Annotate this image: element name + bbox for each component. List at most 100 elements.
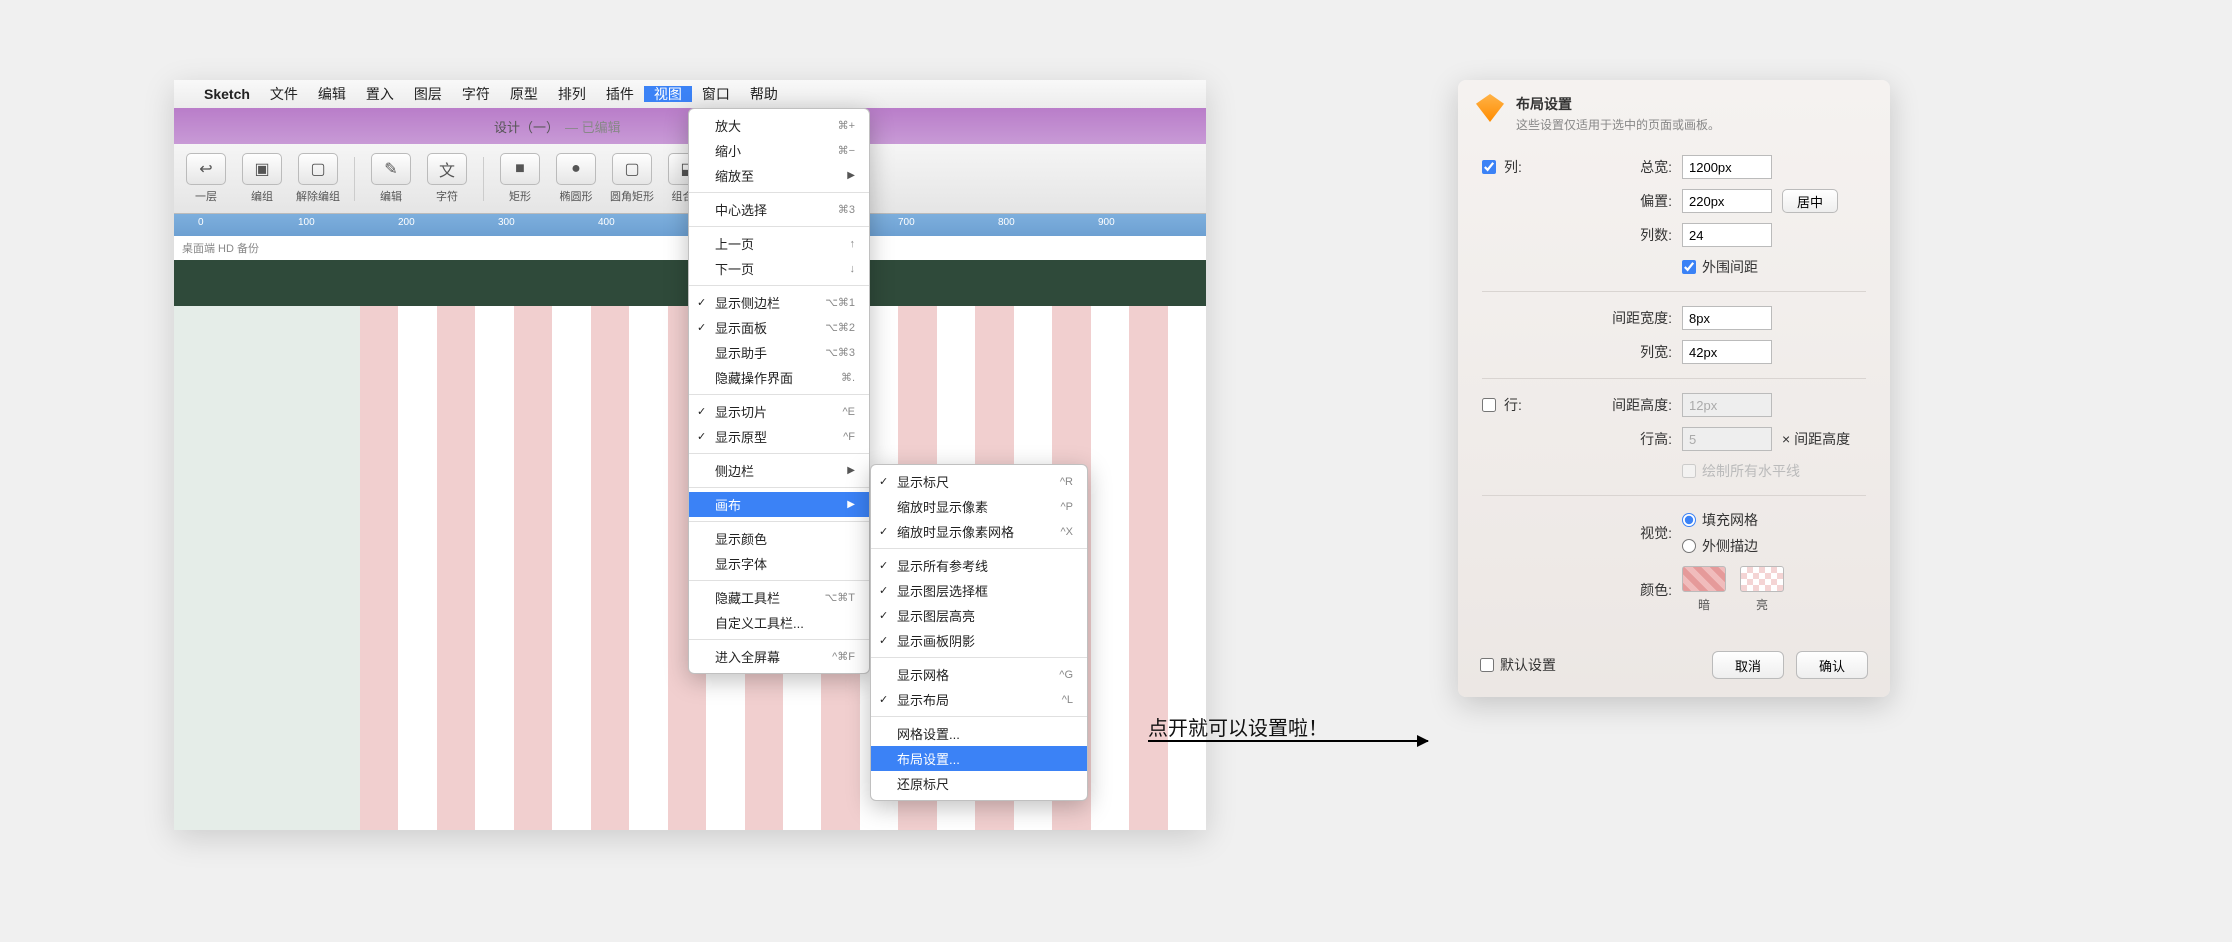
menu-item[interactable]: 进入全屏幕^⌘F <box>689 644 869 669</box>
tool-圆角矩形[interactable]: ▢圆角矩形 <box>606 153 658 204</box>
light-label: 亮 <box>1756 596 1768 613</box>
menu-item[interactable]: 侧边栏▶ <box>689 458 869 483</box>
view-menu[interactable]: 放大⌘+缩小⌘−缩放至▶ 中心选择⌘3 上一页↑下一页↓ ✓显示侧边栏⌥⌘1✓显示面板… <box>688 108 870 674</box>
default-settings-checkbox[interactable] <box>1480 658 1494 672</box>
visual-stroke-label: 外侧描边 <box>1702 536 1758 556</box>
menu-item[interactable]: 网格设置... <box>871 721 1087 746</box>
menu-item[interactable]: 放大⌘+ <box>689 113 869 138</box>
canvas-submenu[interactable]: ✓显示标尺^R缩放时显示像素^P✓缩放时显示像素网格^X✓显示所有参考线✓显示图… <box>870 464 1088 801</box>
color-swatch-light[interactable] <box>1740 566 1784 592</box>
gutter-height-input[interactable] <box>1682 393 1772 417</box>
menubar-item-1[interactable]: 编辑 <box>308 86 356 102</box>
menu-item[interactable]: 缩放至▶ <box>689 163 869 188</box>
outer-gutter-checkbox[interactable] <box>1682 260 1696 274</box>
tool-icon: 文 <box>427 153 467 185</box>
menu-item[interactable]: 隐藏工具栏⌥⌘T <box>689 585 869 610</box>
menubar-item-5[interactable]: 原型 <box>500 86 548 102</box>
menu-item-label: 显示颜色 <box>715 529 767 548</box>
menu-item[interactable]: 显示助手⌥⌘3 <box>689 340 869 365</box>
check-icon: ✓ <box>879 609 888 622</box>
menu-item[interactable]: ✓显示画板阴影 <box>871 628 1087 653</box>
menu-item[interactable]: 缩放时显示像素^P <box>871 494 1087 519</box>
confirm-button[interactable]: 确认 <box>1796 651 1868 679</box>
menu-item[interactable]: ✓显示图层选择框 <box>871 578 1087 603</box>
tool-编组[interactable]: ▣编组 <box>236 153 288 204</box>
menu-item[interactable]: 显示网格^G <box>871 662 1087 687</box>
row-height-label: 行高: <box>1592 429 1682 449</box>
menu-item[interactable]: 画布▶ <box>689 492 869 517</box>
menu-item[interactable]: 缩小⌘− <box>689 138 869 163</box>
tool-label: 编辑 <box>380 188 402 204</box>
layout-sidebar-area <box>174 306 360 830</box>
color-swatch-dark[interactable] <box>1682 566 1726 592</box>
menu-item[interactable]: 显示颜色 <box>689 526 869 551</box>
menu-item-label: 显示所有参考线 <box>897 556 988 575</box>
rows-enabled-checkbox[interactable] <box>1482 398 1496 412</box>
total-width-input[interactable] <box>1682 155 1772 179</box>
rows-section-label: 行: <box>1504 395 1522 415</box>
column-count-input[interactable] <box>1682 223 1772 247</box>
menubar-item-0[interactable]: 文件 <box>260 86 308 102</box>
gutter-height-label: 间距高度: <box>1592 395 1682 415</box>
check-icon: ✓ <box>697 296 706 309</box>
column-width-input[interactable] <box>1682 340 1772 364</box>
app-name[interactable]: Sketch <box>204 86 250 102</box>
menu-item[interactable]: 隐藏操作界面⌘. <box>689 365 869 390</box>
menu-item[interactable]: 下一页↓ <box>689 256 869 281</box>
draw-all-lines-label: 绘制所有水平线 <box>1702 461 1800 481</box>
columns-section-label: 列: <box>1504 157 1522 177</box>
doc-status: — 已编辑 <box>565 117 621 136</box>
menu-item[interactable]: 显示字体 <box>689 551 869 576</box>
menubar-item-2[interactable]: 置入 <box>356 86 404 102</box>
ruler-tick: 100 <box>298 217 315 228</box>
tool-编辑[interactable]: ✎编辑 <box>365 153 417 204</box>
menubar-item-10[interactable]: 帮助 <box>740 86 788 102</box>
menu-item[interactable]: ✓显示图层高亮 <box>871 603 1087 628</box>
menu-item[interactable]: ✓显示标尺^R <box>871 469 1087 494</box>
visual-stroke-radio[interactable] <box>1682 539 1696 553</box>
gutter-width-input[interactable] <box>1682 306 1772 330</box>
menu-shortcut: ⌘+ <box>838 119 855 132</box>
menubar-item-8[interactable]: 视图 <box>644 86 692 102</box>
tool-icon: ● <box>556 153 596 185</box>
cancel-button[interactable]: 取消 <box>1712 651 1784 679</box>
menu-item[interactable]: ✓显示面板⌥⌘2 <box>689 315 869 340</box>
menu-item[interactable]: ✓显示所有参考线 <box>871 553 1087 578</box>
menu-item[interactable]: 布局设置... <box>871 746 1087 771</box>
menubar-item-4[interactable]: 字符 <box>452 86 500 102</box>
menu-shortcut: ^⌘F <box>832 650 855 663</box>
menu-item[interactable]: 上一页↑ <box>689 231 869 256</box>
columns-enabled-checkbox[interactable] <box>1482 160 1496 174</box>
offset-input[interactable] <box>1682 189 1772 213</box>
row-height-input[interactable] <box>1682 427 1772 451</box>
menubar-item-9[interactable]: 窗口 <box>692 86 740 102</box>
tool-字符[interactable]: 文字符 <box>421 153 473 204</box>
center-button[interactable]: 居中 <box>1782 189 1838 213</box>
check-icon: ✓ <box>879 634 888 647</box>
tool-icon: ▢ <box>298 153 338 185</box>
menu-item[interactable]: 自定义工具栏... <box>689 610 869 635</box>
menu-item[interactable]: ✓显示布局^L <box>871 687 1087 712</box>
menu-shortcut: ⌥⌘1 <box>825 296 855 309</box>
menu-item[interactable]: ✓显示切片^E <box>689 399 869 424</box>
menu-item[interactable]: ✓显示侧边栏⌥⌘1 <box>689 290 869 315</box>
menu-shortcut: ^L <box>1062 694 1073 706</box>
tool-解除编组[interactable]: ▢解除编组 <box>292 153 344 204</box>
menu-item[interactable]: 中心选择⌘3 <box>689 197 869 222</box>
tool-label: 一层 <box>195 188 217 204</box>
menubar-item-3[interactable]: 图层 <box>404 86 452 102</box>
menubar-item-7[interactable]: 插件 <box>596 86 644 102</box>
menubar-item-6[interactable]: 排列 <box>548 86 596 102</box>
row-height-suffix: × 间距高度 <box>1782 429 1850 449</box>
menu-shortcut: ^E <box>843 406 856 418</box>
tool-一层[interactable]: ↩一层 <box>180 153 232 204</box>
tool-矩形[interactable]: ■矩形 <box>494 153 546 204</box>
menu-item[interactable]: ✓缩放时显示像素网格^X <box>871 519 1087 544</box>
visual-fill-radio[interactable] <box>1682 513 1696 527</box>
menu-item[interactable]: ✓显示原型^F <box>689 424 869 449</box>
sketch-logo-icon <box>1476 94 1504 122</box>
check-icon: ✓ <box>697 430 706 443</box>
tool-椭圆形[interactable]: ●椭圆形 <box>550 153 602 204</box>
menu-item[interactable]: 还原标尺 <box>871 771 1087 796</box>
menu-shortcut: ⌘. <box>841 371 855 384</box>
